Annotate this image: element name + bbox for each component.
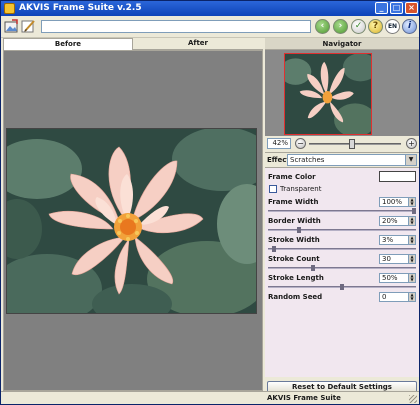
maximize-button[interactable]: □ <box>390 2 403 14</box>
tab-before[interactable]: Before <box>3 38 133 50</box>
chevron-down-icon[interactable]: ▼ <box>405 155 416 165</box>
stroke-length-slider-thumb[interactable] <box>340 284 344 290</box>
navigator-preview[interactable] <box>265 50 419 136</box>
effect-selected-value: Scratches <box>290 156 325 164</box>
arrow-right-icon: › <box>338 21 343 31</box>
frame-width-slider-thumb[interactable] <box>412 208 416 214</box>
app-window: AKVIS Frame Suite v.2.5 _ □ × ‹ › ✓ ? EN <box>0 0 420 405</box>
run-button[interactable]: › <box>333 19 348 34</box>
stroke-count-slider[interactable] <box>268 267 416 269</box>
apply-button[interactable]: ✓ <box>351 19 366 34</box>
random-seed-label: Random Seed <box>268 293 323 301</box>
effect-parameters: Frame Color Transparent Frame Width 100%… <box>265 167 419 377</box>
stroke-count-label: Stroke Count <box>268 255 320 263</box>
toolbar: ‹ › ✓ ? EN i <box>1 16 419 38</box>
stroke-width-slider[interactable] <box>268 248 416 250</box>
navigator-view-frame[interactable] <box>284 53 372 135</box>
random-seed-field[interactable]: 0 <box>379 292 409 302</box>
arrow-left-icon: ‹ <box>320 21 325 31</box>
stroke-count-field[interactable]: 30 <box>379 254 409 264</box>
help-button[interactable]: ? <box>368 19 383 34</box>
transparent-label: Transparent <box>280 185 322 193</box>
settings-panel: Navigator 42% − + Effect Scratches ▼ Fra… <box>265 38 419 393</box>
zoom-in-icon[interactable]: + <box>406 138 417 149</box>
lotus-image <box>7 129 256 313</box>
app-icon <box>4 3 15 14</box>
frame-width-slider[interactable] <box>268 210 416 212</box>
language-button[interactable]: EN <box>385 19 400 34</box>
frame-width-spinner[interactable]: ▲ ▼ <box>409 197 416 207</box>
tab-after[interactable]: After <box>133 38 263 50</box>
resize-grip-icon[interactable] <box>409 395 417 403</box>
random-seed-spinner[interactable]: ▲ ▼ <box>409 292 416 302</box>
minimize-button[interactable]: _ <box>375 2 388 14</box>
back-button[interactable]: ‹ <box>315 19 330 34</box>
window-title: AKVIS Frame Suite v.2.5 <box>19 3 142 13</box>
zoom-slider[interactable] <box>309 143 401 145</box>
effect-select[interactable]: Scratches ▼ <box>287 154 417 166</box>
question-icon: ? <box>372 21 379 31</box>
lotus-photo <box>6 128 257 314</box>
frame-brush-icon[interactable] <box>21 19 36 34</box>
zoom-field[interactable]: 42% <box>267 138 291 149</box>
effect-row: Effect Scratches ▼ <box>265 152 419 166</box>
border-width-label: Border Width <box>268 217 321 225</box>
zoom-row: 42% − + <box>265 137 419 151</box>
status-bar: AKVIS Frame Suite <box>1 391 419 404</box>
stroke-length-label: Stroke Length <box>268 274 324 282</box>
frame-width-field[interactable]: 100% <box>379 197 409 207</box>
frame-color-swatch[interactable] <box>379 171 416 182</box>
stroke-length-spinner[interactable]: ▲ ▼ <box>409 273 416 283</box>
image-canvas[interactable] <box>3 50 263 391</box>
title-bar: AKVIS Frame Suite v.2.5 _ □ × <box>1 1 419 16</box>
border-width-field[interactable]: 20% <box>379 216 409 226</box>
check-icon: ✓ <box>354 21 363 31</box>
zoom-slider-thumb[interactable] <box>348 139 355 149</box>
status-app-name: AKVIS Frame Suite <box>267 394 341 402</box>
stroke-count-slider-thumb[interactable] <box>311 265 316 271</box>
frame-color-label: Frame Color <box>268 173 316 181</box>
border-width-slider-thumb[interactable] <box>296 227 301 233</box>
border-width-slider[interactable] <box>268 229 416 231</box>
transparent-checkbox[interactable] <box>269 185 277 193</box>
close-button[interactable]: × <box>405 2 418 14</box>
zoom-out-icon[interactable]: − <box>295 138 306 149</box>
stroke-count-spinner[interactable]: ▲ ▼ <box>409 254 416 264</box>
stroke-width-label: Stroke Width <box>268 236 320 244</box>
stroke-width-field[interactable]: 3% <box>379 235 409 245</box>
stroke-length-field[interactable]: 50% <box>379 273 409 283</box>
stroke-width-spinner[interactable]: ▲ ▼ <box>409 235 416 245</box>
open-image-icon[interactable] <box>4 19 19 34</box>
navigator-title: Navigator <box>265 38 419 50</box>
frame-width-label: Frame Width <box>268 198 319 206</box>
progress-field <box>41 20 311 33</box>
stroke-width-slider-thumb[interactable] <box>272 246 277 252</box>
view-tabs: Before After <box>1 38 263 50</box>
border-width-spinner[interactable]: ▲ ▼ <box>409 216 416 226</box>
info-button[interactable]: i <box>402 19 417 34</box>
